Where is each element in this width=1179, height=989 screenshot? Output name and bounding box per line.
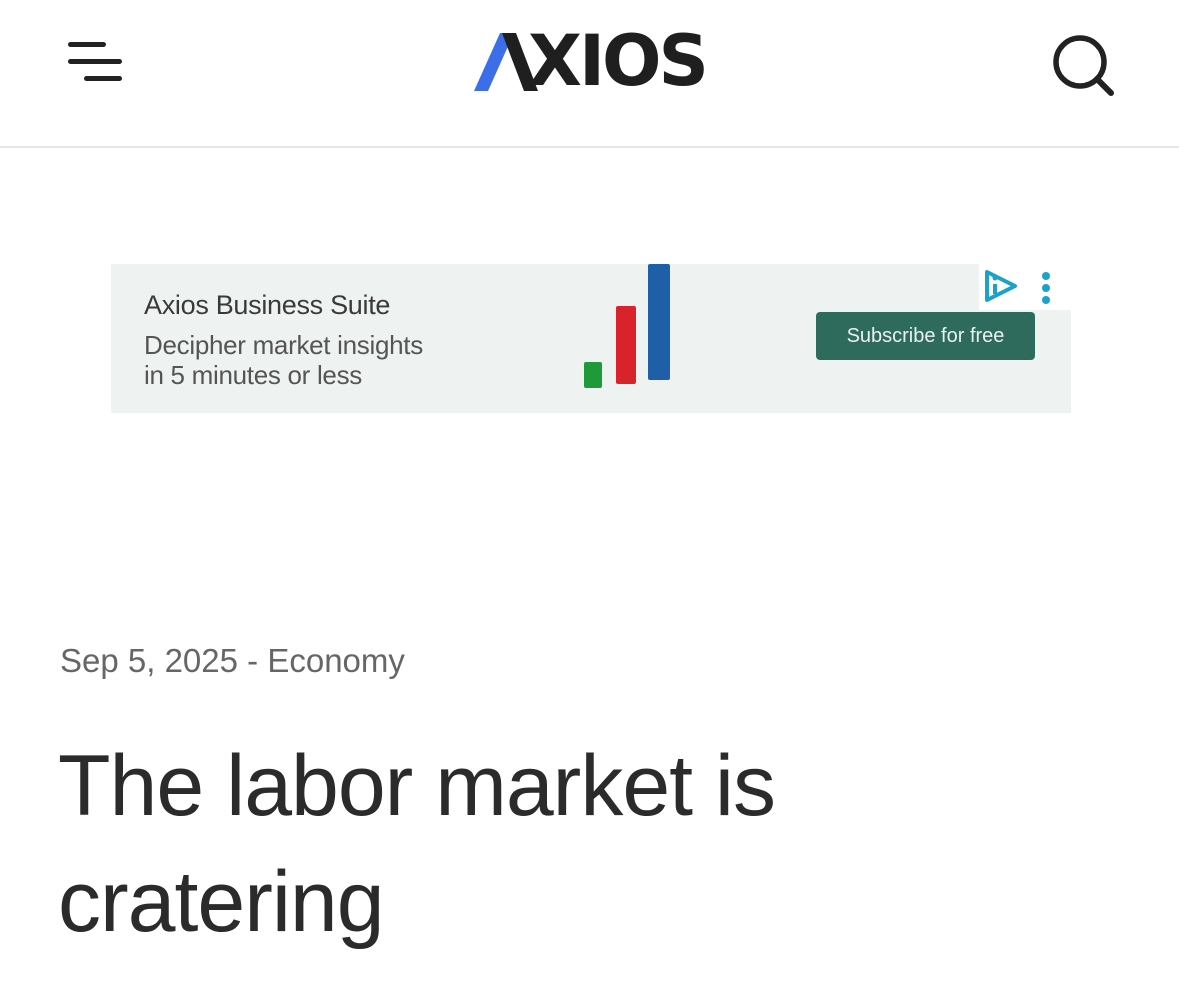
article-section-link[interactable]: Economy <box>267 642 405 679</box>
ad-subscribe-button[interactable]: Subscribe for free <box>816 312 1035 360</box>
article-meta: Sep 5, 2025 - Economy <box>60 642 405 680</box>
hamburger-menu-icon[interactable] <box>66 38 126 88</box>
menu-line <box>84 76 122 81</box>
ad-bar-chart-graphic <box>584 264 670 388</box>
more-vertical-icon[interactable] <box>1042 272 1050 304</box>
menu-line <box>68 42 106 47</box>
axios-logo-a-mark <box>474 33 538 91</box>
ad-tagline-line-1: Decipher market insights <box>144 330 423 360</box>
ad-controls <box>979 264 1071 310</box>
search-icon[interactable] <box>1050 32 1116 98</box>
top-navigation-bar: XIOS <box>0 0 1179 148</box>
article-date: Sep 5, 2025 <box>60 642 238 679</box>
meta-separator: - <box>238 642 268 679</box>
advertisement-banner[interactable]: Axios Business Suite Decipher market ins… <box>111 264 1071 413</box>
adchoices-icon[interactable] <box>979 264 1071 310</box>
menu-line <box>68 59 122 64</box>
axios-logo-wordmark: XIOS <box>528 20 709 102</box>
search-icon-glyph <box>1053 35 1114 96</box>
ad-brand-name: Axios Business Suite <box>144 290 391 320</box>
ad-tagline-line-2: in 5 minutes or less <box>144 360 362 390</box>
axios-logo[interactable]: XIOS <box>474 20 709 102</box>
article-headline: The labor market is cratering <box>58 738 776 950</box>
